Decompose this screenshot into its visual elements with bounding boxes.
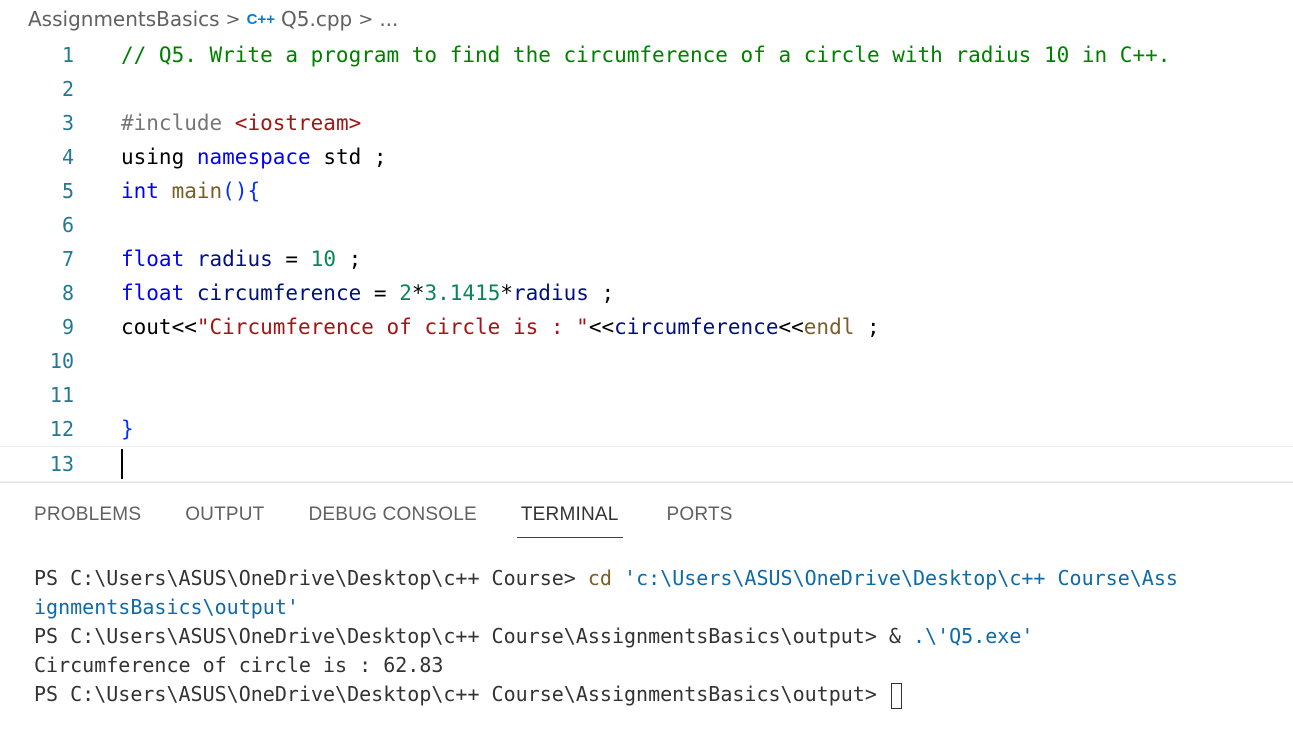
code-operator: * bbox=[411, 281, 425, 305]
code-header: <iostream> bbox=[234, 111, 362, 135]
code-text: std ; bbox=[310, 145, 387, 169]
terminal-prompt: PS C:\Users\ASUS\OneDrive\Desktop\c++ Co… bbox=[34, 624, 889, 648]
line-number: 5 bbox=[61, 179, 74, 203]
text-cursor bbox=[121, 449, 123, 479]
terminal-operator: & bbox=[888, 624, 914, 648]
line-number: 11 bbox=[49, 383, 74, 407]
code-keyword: namespace bbox=[196, 145, 311, 169]
terminal-prompt: PS C:\Users\ASUS\OneDrive\Desktop\c++ Co… bbox=[34, 682, 889, 706]
code-text: ; bbox=[854, 315, 880, 339]
code-variable: circumference bbox=[196, 281, 362, 305]
line-number: 3 bbox=[61, 111, 74, 135]
terminal-line: PS C:\Users\ASUS\OneDrive\Desktop\c++ Co… bbox=[34, 680, 1284, 709]
terminal-argument: .\'Q5.exe' bbox=[913, 624, 1034, 648]
code-number: 3.1415 bbox=[424, 281, 501, 305]
code-operator: << bbox=[778, 315, 804, 339]
line-number: 10 bbox=[49, 349, 74, 373]
line-number: 4 bbox=[61, 145, 74, 169]
code-line[interactable]: 3 #include <iostream> bbox=[0, 106, 1293, 140]
terminal[interactable]: PS C:\Users\ASUS\OneDrive\Desktop\c++ Co… bbox=[34, 564, 1284, 709]
code-operator: << bbox=[171, 315, 197, 339]
code-line[interactable]: 5 int main(){ bbox=[0, 174, 1293, 208]
code-comment: // Q5. Write a program to find the circu… bbox=[121, 43, 1171, 67]
code-operator: * bbox=[500, 281, 514, 305]
code-line[interactable]: 4 using namespace std ; bbox=[0, 140, 1293, 174]
terminal-line: PS C:\Users\ASUS\OneDrive\Desktop\c++ Co… bbox=[34, 564, 1284, 593]
breadcrumb-file[interactable]: Q5.cpp bbox=[281, 7, 352, 31]
breadcrumb-folder[interactable]: AssignmentsBasics bbox=[28, 7, 220, 31]
code-identifier: cout bbox=[121, 315, 172, 339]
code-string: "Circumference of circle is : " bbox=[196, 315, 589, 339]
code-line[interactable]: 2 bbox=[0, 72, 1293, 106]
code-function: main bbox=[171, 179, 223, 203]
code-line[interactable]: 8 float circumference = 2*3.1415*radius … bbox=[0, 276, 1293, 310]
code-line[interactable]: 9 cout<<"Circumference of circle is : "<… bbox=[0, 310, 1293, 344]
code-type: float bbox=[121, 247, 185, 271]
line-number: 12 bbox=[49, 417, 74, 441]
line-number: 8 bbox=[61, 281, 74, 305]
panel-divider[interactable] bbox=[0, 482, 1293, 483]
code-text: ; bbox=[335, 247, 362, 271]
terminal-cursor bbox=[890, 682, 902, 709]
code-variable: radius bbox=[513, 281, 589, 305]
code-brace: { bbox=[247, 179, 261, 203]
tab-problems[interactable]: PROBLEMS bbox=[34, 496, 141, 538]
code-line[interactable]: 11 bbox=[0, 378, 1293, 412]
tab-ports[interactable]: PORTS bbox=[667, 496, 733, 538]
terminal-command: cd bbox=[587, 566, 612, 590]
chevron-right-icon: > bbox=[358, 8, 374, 30]
tab-debug-console[interactable]: DEBUG CONSOLE bbox=[309, 496, 477, 538]
cpp-file-icon: C++ bbox=[246, 10, 275, 28]
code-editor[interactable]: 1 // Q5. Write a program to find the cir… bbox=[0, 38, 1293, 482]
code-line[interactable]: 1 // Q5. Write a program to find the cir… bbox=[0, 38, 1293, 72]
code-type: float bbox=[121, 281, 185, 305]
code-text: ; bbox=[588, 281, 615, 305]
terminal-line: PS C:\Users\ASUS\OneDrive\Desktop\c++ Co… bbox=[34, 622, 1284, 651]
terminal-output: Circumference of circle is : 62.83 bbox=[34, 653, 444, 677]
code-line[interactable]: 7 float radius = 10 ; bbox=[0, 242, 1293, 276]
breadcrumb-more[interactable]: ... bbox=[379, 7, 398, 31]
terminal-argument: ignmentsBasics\output' bbox=[34, 595, 299, 619]
code-function: endl bbox=[803, 315, 855, 339]
tab-output[interactable]: OUTPUT bbox=[185, 496, 264, 538]
line-number: 6 bbox=[61, 213, 74, 237]
code-paren: () bbox=[222, 179, 248, 203]
code-line-current[interactable]: 13 bbox=[0, 446, 1293, 482]
code-line[interactable]: 10 bbox=[0, 344, 1293, 378]
code-number: 10 bbox=[310, 247, 336, 271]
code-operator: << bbox=[588, 315, 615, 339]
code-directive: #include bbox=[121, 111, 235, 135]
code-type: int bbox=[121, 179, 159, 203]
panel-tabs: PROBLEMS OUTPUT DEBUG CONSOLE TERMINAL P… bbox=[34, 496, 777, 538]
line-number: 1 bbox=[61, 43, 74, 67]
breadcrumb: AssignmentsBasics > C++ Q5.cpp > ... bbox=[28, 6, 398, 32]
terminal-line: ignmentsBasics\output' bbox=[34, 593, 1284, 622]
line-number: 2 bbox=[61, 77, 74, 101]
code-brace: } bbox=[121, 417, 134, 441]
code-variable: radius bbox=[196, 247, 273, 271]
terminal-argument: 'c:\Users\ASUS\OneDrive\Desktop\c++ Cour… bbox=[611, 566, 1178, 590]
code-line[interactable]: 12 } bbox=[0, 412, 1293, 446]
code-operator: = bbox=[272, 247, 311, 271]
line-number: 7 bbox=[61, 247, 74, 271]
code-number: 2 bbox=[399, 281, 412, 305]
code-keyword: using bbox=[121, 145, 185, 169]
code-operator: = bbox=[361, 281, 400, 305]
tab-terminal[interactable]: TERMINAL bbox=[516, 496, 623, 538]
chevron-right-icon: > bbox=[225, 8, 241, 30]
terminal-prompt: PS C:\Users\ASUS\OneDrive\Desktop\c++ Co… bbox=[34, 566, 588, 590]
code-line[interactable]: 6 bbox=[0, 208, 1293, 242]
code-variable: circumference bbox=[614, 315, 779, 339]
line-number: 13 bbox=[49, 452, 74, 476]
line-number: 9 bbox=[61, 315, 74, 339]
